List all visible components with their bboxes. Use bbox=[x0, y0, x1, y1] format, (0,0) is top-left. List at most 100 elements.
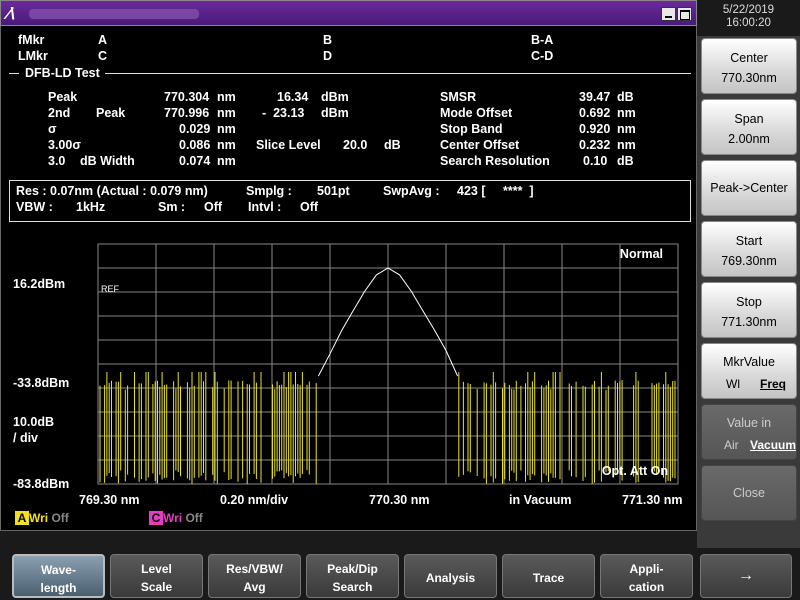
level-scale-key-line2: Scale bbox=[140, 580, 173, 594]
trace-c-write: Wri bbox=[163, 511, 183, 525]
mode-offset-value: 0.692 bbox=[579, 106, 611, 120]
res-vbw-avg-key[interactable]: Res/VBW/ Avg bbox=[208, 554, 301, 598]
marker-c: C bbox=[98, 49, 108, 63]
search-resolution-value: 0.10 bbox=[583, 154, 608, 168]
peak-wavelength-unit: nm bbox=[217, 90, 236, 104]
trace-a-write: Wri bbox=[29, 511, 49, 525]
datetime-display: 5/22/2019 16:00:20 bbox=[697, 0, 800, 36]
y-scale-label: 10.0dB bbox=[13, 415, 54, 429]
minimize-button[interactable] bbox=[661, 7, 676, 21]
start-softkey[interactable]: Start 769.30nm bbox=[701, 221, 797, 277]
next-page-key[interactable]: → bbox=[700, 554, 792, 598]
peak-dip-key-line1: Peak/Dip bbox=[327, 562, 378, 576]
trace-a-indicator[interactable]: A Wri Off bbox=[15, 511, 69, 525]
wavelength-key-line1: Wave- bbox=[41, 563, 76, 577]
width-label-1: 3.0 bbox=[48, 154, 66, 168]
maximize-button[interactable] bbox=[677, 7, 692, 21]
wavelength-key[interactable]: Wave- length bbox=[12, 554, 105, 598]
y-axis-top-label: 16.2dBm bbox=[13, 277, 65, 291]
next-arrow-icon: → bbox=[738, 567, 754, 584]
second-peak-label-1: 2nd bbox=[48, 106, 71, 120]
center-offset-unit: nm bbox=[617, 138, 636, 152]
application-key-line2: cation bbox=[628, 580, 665, 594]
marker-value-wl: Wl bbox=[726, 377, 740, 391]
main-display: fMkr LMkr A C B D B-A C-D DFB-LD Test Pe… bbox=[0, 26, 697, 531]
three-sigma-label: 3.00σ bbox=[48, 138, 81, 152]
lmkr-label: LMkr bbox=[18, 49, 48, 63]
center-softkey-label: Center bbox=[730, 51, 768, 65]
analysis-key[interactable]: Analysis bbox=[404, 554, 497, 598]
date: 5/22/2019 bbox=[722, 4, 775, 16]
trace-mode-label: Normal bbox=[620, 247, 663, 261]
trace-c-letter: C bbox=[149, 511, 163, 525]
marker-value-label: MkrValue bbox=[723, 355, 775, 369]
stop-softkey-label: Stop bbox=[736, 295, 762, 309]
application-key[interactable]: Appli- cation bbox=[600, 554, 693, 598]
level-scale-key[interactable]: Level Scale bbox=[110, 554, 203, 598]
peak-level: 16.34 bbox=[277, 90, 309, 104]
spectrum-graph[interactable]: 16.2dBm -33.8dBm 10.0dB / div -83.8dBm REF Nor… bbox=[1, 242, 698, 532]
sigma-value: 0.029 bbox=[179, 122, 211, 136]
function-key-bar: Wave- length Level Scale Res/VBW/ Avg Pe… bbox=[0, 548, 800, 600]
trace-c-state: Off bbox=[185, 511, 203, 525]
sweep-average-label: SwpAvg : bbox=[383, 184, 440, 198]
smoothing-value: Off bbox=[204, 200, 223, 214]
x-axis-div-label: 0.20 nm/div bbox=[220, 493, 288, 507]
sampling-label: Smplg : bbox=[246, 184, 292, 198]
marker-b-a: B-A bbox=[531, 33, 554, 47]
value-in-label: Value in bbox=[726, 416, 772, 430]
stop-softkey[interactable]: Stop 771.30nm bbox=[701, 282, 797, 338]
stop-band-value: 0.920 bbox=[579, 122, 611, 136]
x-axis-start-label: 769.30 nm bbox=[79, 493, 139, 507]
value-in-vacuum: Vacuum bbox=[750, 438, 797, 452]
second-peak-level: - 23.13 bbox=[262, 106, 305, 120]
y-axis-bottom-label: -83.8dBm bbox=[13, 477, 69, 491]
marker-a: A bbox=[98, 33, 108, 47]
sigma-label: σ bbox=[48, 122, 57, 136]
stop-softkey-value: 771.30nm bbox=[721, 315, 777, 329]
three-sigma-unit: nm bbox=[217, 138, 236, 152]
marker-d: D bbox=[323, 49, 333, 63]
width-label-2: dB Width bbox=[80, 154, 135, 168]
slice-level-unit: dB bbox=[384, 138, 401, 152]
trace-key[interactable]: Trace bbox=[502, 554, 595, 598]
peak-dip-key-line2: Search bbox=[332, 580, 373, 594]
marker-b: B bbox=[323, 33, 333, 47]
window-title bbox=[29, 9, 199, 19]
smsr-value: 39.47 bbox=[579, 90, 611, 104]
peak-dip-search-key[interactable]: Peak/Dip Search bbox=[306, 554, 399, 598]
graph-grid bbox=[97, 243, 679, 485]
center-offset-label: Center Offset bbox=[440, 138, 520, 152]
interval-value: Off bbox=[300, 200, 319, 214]
logo: ⁄\ bbox=[7, 4, 15, 23]
center-softkey-value: 770.30nm bbox=[721, 71, 777, 85]
close-softkey-label: Close bbox=[733, 486, 765, 500]
peak-to-center-softkey[interactable]: Peak->Center bbox=[701, 160, 797, 216]
center-softkey[interactable]: Center 770.30nm bbox=[701, 38, 797, 94]
sweep-average-stars: **** ] bbox=[503, 184, 534, 198]
section-divider-right bbox=[105, 73, 691, 74]
peak-level-unit: dBm bbox=[321, 90, 349, 104]
analysis-key-label: Analysis bbox=[425, 571, 476, 585]
wavelength-key-line2: length bbox=[40, 581, 77, 595]
span-softkey[interactable]: Span 2.00nm bbox=[701, 99, 797, 155]
stop-band-label: Stop Band bbox=[440, 122, 503, 136]
time: 16:00:20 bbox=[726, 17, 771, 29]
width-value: 0.074 bbox=[179, 154, 211, 168]
value-in-softkey[interactable]: Value in Air Vacuum bbox=[701, 404, 797, 460]
sampling-value: 501pt bbox=[317, 184, 350, 198]
slice-level-label: Slice Level bbox=[256, 138, 321, 152]
mode-offset-unit: nm bbox=[617, 106, 636, 120]
peak-to-center-label: Peak->Center bbox=[710, 181, 788, 195]
close-softkey[interactable]: Close bbox=[701, 465, 797, 521]
trace-c-indicator[interactable]: C Wri Off bbox=[149, 511, 203, 525]
smsr-label: SMSR bbox=[440, 90, 477, 104]
marker-c-d: C-D bbox=[531, 49, 554, 63]
application-key-line1: Appli- bbox=[629, 562, 664, 576]
y-scale-div-label: / div bbox=[13, 431, 38, 445]
marker-value-softkey[interactable]: MkrValue Wl Freq bbox=[701, 343, 797, 399]
center-offset-value: 0.232 bbox=[579, 138, 611, 152]
smoothing-label: Sm : bbox=[158, 200, 186, 214]
level-scale-key-line1: Level bbox=[141, 562, 172, 576]
trace-key-label: Trace bbox=[532, 571, 565, 585]
